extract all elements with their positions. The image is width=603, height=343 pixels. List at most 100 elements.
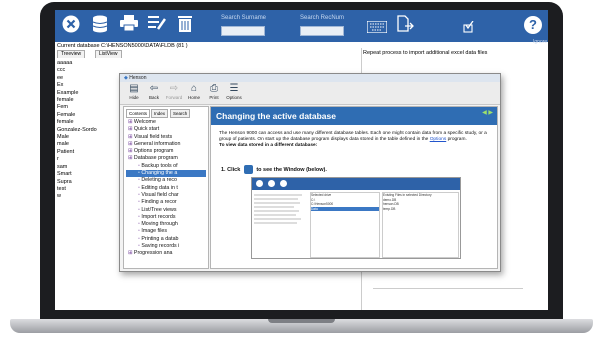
help-window-toolbar: ▤ Hide ⇦ Back ⇨ Forward ⌂ Home ⎙ Print ☰ Optio… — [120, 82, 500, 105]
tree-item[interactable]: ▫ Import records — [126, 214, 206, 221]
tree-item[interactable]: ▫ Backup tools of — [126, 163, 206, 170]
repeat-process-label: Repeat process to import additional exce… — [363, 50, 488, 56]
list-item[interactable]: aaaaa — [57, 60, 117, 67]
list-item[interactable]: Patient — [57, 149, 117, 156]
report-divider — [373, 288, 523, 289]
keyboard-icon[interactable] — [366, 18, 388, 38]
list-item[interactable]: Female — [57, 112, 117, 119]
tree-item[interactable]: ⊞ General information — [126, 141, 206, 148]
tree-item[interactable]: ▫ List/Tree views — [126, 207, 206, 214]
tree-item[interactable]: ▫ Visual field char — [126, 192, 206, 199]
list-item[interactable]: sam — [57, 164, 117, 171]
tree-item[interactable]: ▫ Moving through — [126, 221, 206, 228]
print-label: Print — [209, 95, 219, 100]
current-database-label: Current database C:\HENSON5000\DATA\FLDB… — [57, 43, 188, 49]
help-window-titlebar: ◆ Henson — [120, 74, 500, 82]
edit-list-icon[interactable] — [147, 15, 167, 36]
tree-item-label: Printing a datab — [141, 235, 179, 242]
list-item[interactable]: w — [57, 193, 117, 200]
content-body: The Henson 9000 can access and use many … — [219, 131, 491, 149]
tab-search[interactable]: Search — [170, 109, 191, 118]
list-item[interactable]: Smart — [57, 171, 117, 178]
list-item[interactable]: test — [57, 186, 117, 193]
tree-item-label: Database program — [133, 155, 178, 162]
embedded-row — [254, 218, 301, 220]
tree-item[interactable]: ⊞ Progression ana — [126, 250, 206, 257]
embedded-close-icon — [256, 180, 263, 187]
options-icon: ☰ — [229, 83, 239, 94]
tree-item[interactable]: ⊞ Options program — [126, 148, 206, 155]
print-icon[interactable] — [119, 15, 139, 36]
help-icon[interactable]: ? — [524, 16, 542, 34]
list-item[interactable]: Male — [57, 134, 117, 141]
back-label: Back — [148, 95, 159, 100]
embedded-toolbar — [252, 178, 460, 190]
embedded-row — [254, 202, 300, 204]
home-button[interactable]: ⌂ Home — [184, 83, 204, 100]
tree-item-label: Quick start — [133, 126, 160, 133]
tab-index[interactable]: Index — [151, 109, 169, 118]
forward-button[interactable]: ⇨ Forward — [164, 83, 184, 100]
database-icon[interactable] — [90, 15, 110, 38]
tree-item-label: Backup tools of — [141, 162, 178, 169]
search-surname-label: Search Surname — [221, 15, 267, 21]
tree-item-label: General information — [133, 140, 181, 147]
tree-item-label: Editing data in t — [141, 184, 178, 191]
tree-item-label: Import records — [141, 213, 176, 220]
print-button[interactable]: ⎙ Print — [204, 83, 224, 100]
list-item[interactable]: female — [57, 119, 117, 126]
list-item[interactable]: Example — [57, 90, 117, 97]
hide-button[interactable]: ▤ Hide — [124, 83, 144, 100]
options-button[interactable]: ☰ Options — [224, 83, 244, 100]
help-window: ◆ Henson ▤ Hide ⇦ Back ⇨ Forward ⌂ Home ⎙ Pri… — [119, 73, 501, 272]
tree-item[interactable]: ⊞ Quick start — [126, 126, 206, 133]
list-item[interactable]: r — [57, 156, 117, 163]
list-item[interactable]: female — [57, 97, 117, 104]
tree-item[interactable]: ▫ Deleting a reco — [126, 177, 206, 184]
list-item[interactable]: ee — [57, 75, 117, 82]
help-content-pane: Changing the active database ◀ ▶ The Hen… — [210, 106, 498, 269]
tree-item-label: Deleting a reco — [141, 177, 177, 184]
tab-treeview[interactable]: Treeview — [57, 50, 86, 58]
tree-item-label: Changing the a — [141, 170, 178, 177]
search-surname-input[interactable] — [221, 26, 265, 36]
search-recnum-input[interactable] — [300, 26, 344, 36]
embedded-row — [254, 210, 299, 212]
tree-item[interactable]: ▫ Editing data in t — [126, 185, 206, 192]
tree-item[interactable]: ▫ Saving records i — [126, 243, 206, 250]
tab-listview[interactable]: ListView — [95, 50, 122, 58]
tree-item[interactable]: ▫ Finding a recor — [126, 199, 206, 206]
list-item[interactable]: male — [57, 141, 117, 148]
tree-item[interactable]: ⊞ Visual field tests — [126, 134, 206, 141]
help-window-title: Henson — [129, 75, 147, 81]
tree-item-label: Progression ana — [133, 250, 173, 257]
tree-item[interactable]: ⊞ Welcome — [126, 119, 206, 126]
list-item[interactable]: Supra — [57, 179, 117, 186]
trash-icon[interactable] — [175, 15, 195, 37]
tree-item[interactable]: ▫ Changing the a — [126, 170, 206, 178]
database-button-icon — [243, 165, 253, 174]
checklist-icon[interactable] — [458, 18, 478, 38]
options-link[interactable]: Options — [430, 137, 447, 142]
tree-item-label: Finding a recor — [141, 199, 177, 206]
list-item[interactable]: Gonzalez-Sordo — [57, 127, 117, 134]
close-icon[interactable] — [61, 15, 81, 38]
patient-list: aaaaa ccc ee Ex Example female Fem Femal… — [57, 60, 117, 201]
tab-contents[interactable]: Contents — [126, 109, 151, 118]
export-icon[interactable] — [395, 15, 415, 38]
content-header: Changing the active database ◀ ▶ — [211, 107, 497, 125]
step-suffix: to see the Window (below). — [256, 166, 327, 173]
tree-item[interactable]: ▫ Printing a datab — [126, 236, 206, 243]
tree-item[interactable]: ⊞ Database program — [126, 155, 206, 162]
topic-nav-arrows[interactable]: ◀ ▶ — [482, 109, 493, 116]
laptop-screen: Search Surname Search RecNum ? Current d… — [55, 10, 548, 310]
list-item[interactable]: Ex — [57, 82, 117, 89]
ignore-label[interactable]: Ignore — [533, 39, 547, 45]
back-button[interactable]: ⇦ Back — [144, 83, 164, 100]
help-navigation-pane: Contents Index Search ⊞ Welcome ⊞ Quick s… — [123, 106, 209, 269]
list-item[interactable]: Fem — [57, 104, 117, 111]
tree-item[interactable]: ▫ Image files — [126, 228, 206, 235]
step-label: 1. Click — [221, 166, 241, 173]
list-item[interactable]: ccc — [57, 67, 117, 74]
forward-label: Forward — [165, 95, 183, 100]
